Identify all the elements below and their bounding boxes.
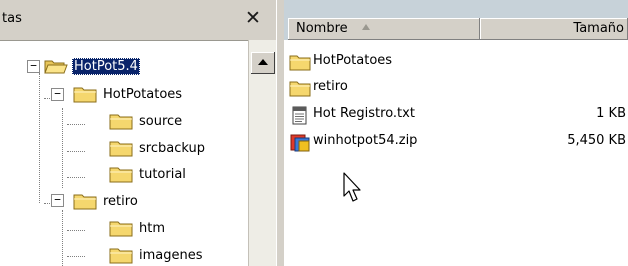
zip-file-icon [290, 134, 310, 152]
column-header-size[interactable]: Tamaño [480, 18, 628, 40]
folder-tree-pane: tas ✕ − − − HotPot5.4 HotPotatoes source… [0, 0, 277, 266]
file-name: winhotpot54.zip [313, 133, 418, 148]
arrow-up-icon [258, 59, 268, 65]
folder-open-icon [44, 60, 68, 73]
file-name: retiro [313, 79, 348, 94]
tree-vertical-scrollbar[interactable] [248, 40, 277, 266]
list-item[interactable]: HotPotatoes [284, 50, 628, 75]
tree-item-label: htm [139, 220, 165, 236]
file-size: 1 KB [596, 106, 626, 121]
mouse-cursor-icon [343, 172, 361, 202]
column-label: Tamaño [573, 21, 624, 36]
list-item[interactable]: retiro [284, 76, 628, 101]
close-icon[interactable]: ✕ [242, 7, 264, 29]
tree-item-hotpotatoes[interactable]: HotPotatoes [73, 83, 184, 105]
tree-item-srcbackup[interactable]: srcbackup [109, 137, 207, 159]
folder-icon [73, 194, 97, 209]
tree-item-tutorial[interactable]: tutorial [109, 163, 188, 185]
folder-icon [109, 248, 133, 263]
file-name: Hot Registro.txt [313, 106, 415, 121]
folder-tree: − − − HotPot5.4 HotPotatoes source srcba… [0, 40, 248, 266]
tree-item-label: srcbackup [139, 140, 205, 156]
folder-icon [109, 114, 133, 129]
folder-icon [73, 87, 97, 102]
column-header-name[interactable]: Nombre [288, 18, 480, 40]
tree-item-htm[interactable]: htm [109, 217, 167, 239]
file-size: 5,450 KB [567, 133, 626, 148]
column-label: Nombre [296, 21, 348, 36]
tree-item-retiro[interactable]: retiro [73, 190, 140, 212]
list-item[interactable]: Hot Registro.txt 1 KB [284, 103, 628, 128]
tree-collapse-toggle[interactable]: − [51, 88, 64, 101]
tree-collapse-toggle[interactable]: − [27, 60, 40, 73]
folder-icon [109, 141, 133, 156]
tree-item-label: tutorial [139, 166, 186, 182]
file-list-pane: Nombre Tamaño HotPotatoes retiro Hot Reg… [284, 0, 628, 266]
tree-collapse-toggle[interactable]: − [51, 194, 64, 207]
folder-icon [289, 55, 311, 71]
tree-item-label: retiro [103, 193, 138, 209]
tree-item-label: imagenes [139, 247, 203, 263]
file-name: HotPotatoes [313, 53, 393, 68]
sort-ascending-icon [362, 24, 370, 30]
text-file-icon [292, 106, 307, 125]
folder-icon [289, 81, 311, 97]
folder-icon [109, 167, 133, 182]
tree-item-label: HotPot5.4 [72, 57, 140, 75]
tree-item-label: source [139, 113, 183, 129]
tree-item-source[interactable]: source [109, 110, 184, 132]
folder-icon [109, 221, 133, 236]
tree-item-hotpot54[interactable]: HotPot5.4 [44, 55, 140, 77]
tree-item-imagenes[interactable]: imagenes [109, 244, 205, 266]
folders-pane-header: tas ✕ [0, 0, 276, 41]
scroll-up-button[interactable] [251, 52, 275, 74]
pane-title: tas [2, 11, 22, 26]
list-item[interactable]: winhotpot54.zip 5,450 KB [284, 130, 628, 155]
tree-item-label: HotPotatoes [103, 86, 183, 102]
list-header-bar: Nombre Tamaño [284, 0, 628, 40]
